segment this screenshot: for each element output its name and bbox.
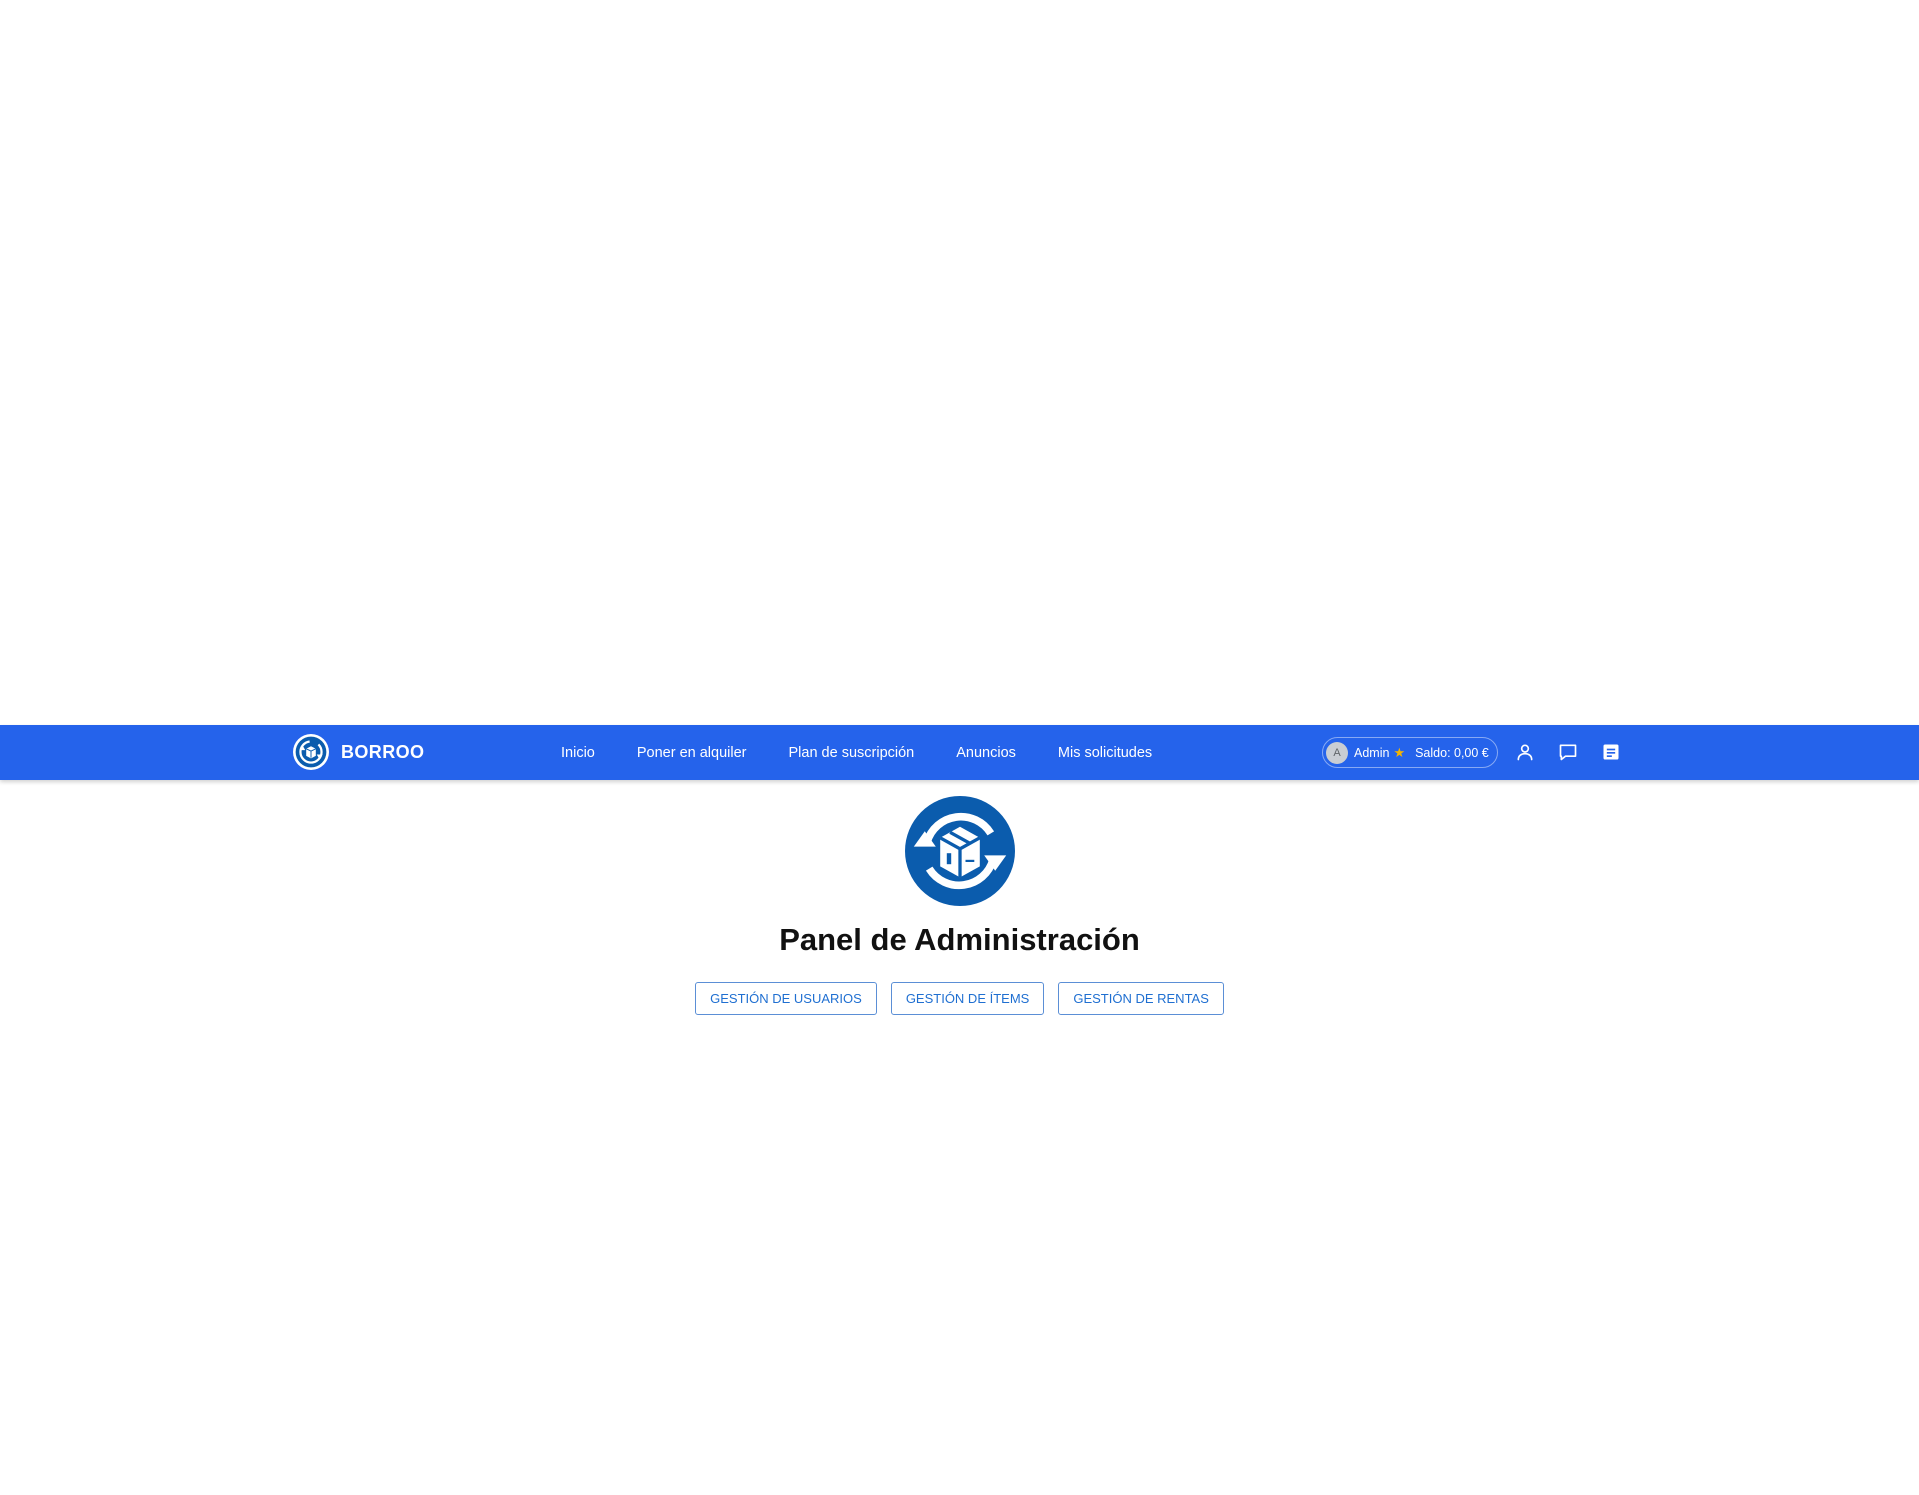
nav-link-mis-solicitudes[interactable]: Mis solicitudes <box>1037 737 1173 769</box>
nav-link-poner-en-alquiler[interactable]: Poner en alquiler <box>616 737 768 769</box>
user-name: Admin <box>1354 745 1390 760</box>
top-navbar: BORROO Inicio Poner en alquiler Plan de … <box>0 725 1919 780</box>
admin-actions: GESTIÓN DE USUARIOS GESTIÓN DE ÍTEMS GES… <box>0 982 1919 1015</box>
brand-name: BORROO <box>341 741 425 762</box>
nav-link-anuncios[interactable]: Anuncios <box>935 737 1037 769</box>
nav-link-inicio[interactable]: Inicio <box>540 737 616 769</box>
page-title: Panel de Administración <box>779 922 1140 957</box>
nav-link-plan-de-suscripcion[interactable]: Plan de suscripción <box>768 737 936 769</box>
balance-text: Saldo: 0,00 € <box>1415 745 1489 760</box>
brand-logo-icon <box>293 734 329 770</box>
avatar: A <box>1326 741 1348 764</box>
user-icon[interactable] <box>1513 740 1537 764</box>
brand-home-link[interactable]: BORROO <box>293 734 424 770</box>
chat-icon[interactable] <box>1556 740 1580 764</box>
user-management-button[interactable]: GESTIÓN DE USUARIOS <box>695 982 877 1015</box>
item-management-button[interactable]: GESTIÓN DE ÍTEMS <box>890 982 1045 1015</box>
main-navigation: Inicio Poner en alquiler Plan de suscrip… <box>540 725 1173 780</box>
user-balance-chip[interactable]: A Admin ★ Saldo: 0,00 € <box>1322 737 1498 768</box>
rental-management-button[interactable]: GESTIÓN DE RENTAS <box>1058 982 1224 1015</box>
document-icon[interactable] <box>1599 740 1623 764</box>
star-icon: ★ <box>1393 744 1406 760</box>
borroo-logo-icon <box>905 796 1015 906</box>
